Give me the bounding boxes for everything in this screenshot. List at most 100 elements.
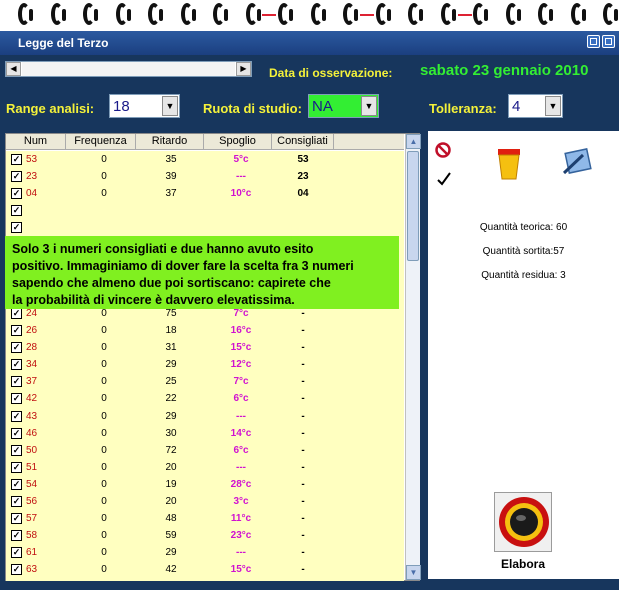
scroll-left-icon[interactable]: ◀ xyxy=(6,62,21,76)
cell-num: 46 xyxy=(26,427,38,439)
cell-frequenza: 0 xyxy=(101,496,107,507)
spiral-ring-icon xyxy=(505,3,521,25)
horizontal-scrollbar[interactable]: ◀ ▶ xyxy=(5,61,252,77)
checkbox-checked-icon[interactable]: ✓ xyxy=(11,188,22,200)
table-row[interactable]: ✓ 28 0 31 15°c - xyxy=(6,339,404,356)
checkbox-checked-icon[interactable]: ✓ xyxy=(11,325,22,336)
cell-ritardo: 22 xyxy=(165,393,177,405)
cell-num: 56 xyxy=(26,496,38,507)
table-row[interactable]: ✓ 23 0 39 --- 23 xyxy=(6,168,404,185)
cell-consigliati: - xyxy=(301,427,305,439)
checkbox-checked-icon[interactable]: ✓ xyxy=(11,478,22,490)
table-row[interactable]: ✓ xyxy=(6,219,404,236)
cell-spoglio: 28°c xyxy=(230,478,252,490)
checkbox-checked-icon[interactable]: ✓ xyxy=(11,547,22,559)
table-row[interactable]: ✓ 43 0 29 --- - xyxy=(6,408,404,425)
table-row[interactable]: ✓ 26 0 18 16°c - xyxy=(6,322,404,339)
cell-consigliati: - xyxy=(301,359,305,371)
checkbox-checked-icon[interactable]: ✓ xyxy=(11,222,22,234)
spiral-ring-icon xyxy=(310,3,326,25)
close-window-button[interactable] xyxy=(602,35,615,48)
close-window-icon xyxy=(605,38,612,45)
table-row[interactable]: ✓ 57 0 48 11°c - xyxy=(6,510,404,527)
annotation-note: Solo 3 i numeri consigliati e due hanno … xyxy=(5,236,399,309)
range-select[interactable]: 18 ▼ xyxy=(109,94,180,118)
checkbox-checked-icon[interactable]: ✓ xyxy=(11,496,22,507)
scroll-track[interactable] xyxy=(22,62,235,76)
dropdown-arrow-icon[interactable]: ▼ xyxy=(361,96,377,116)
elabora-button[interactable] xyxy=(494,492,552,552)
checkbox-checked-icon[interactable]: ✓ xyxy=(11,307,22,319)
cell-frequenza: 0 xyxy=(101,376,107,388)
tolleranza-value: 4 xyxy=(512,98,521,115)
cell-num: 50 xyxy=(26,444,38,456)
table-row[interactable]: ✓ 34 0 29 12°c - xyxy=(6,356,404,373)
checkbox-checked-icon[interactable]: ✓ xyxy=(11,427,22,439)
cell-ritardo: 29 xyxy=(165,547,177,559)
checkbox-checked-icon[interactable]: ✓ xyxy=(11,461,22,473)
spiral-ring-icon xyxy=(213,3,228,25)
table-row[interactable]: ✓ 42 0 22 6°c - xyxy=(6,390,404,407)
table-row[interactable]: ✓ 63 0 42 15°c - xyxy=(6,561,404,578)
scroll-down-icon[interactable]: ▼ xyxy=(406,565,421,580)
checkbox-checked-icon[interactable]: ✓ xyxy=(11,410,22,422)
cell-frequenza: 0 xyxy=(101,325,107,336)
pen-edit-icon[interactable] xyxy=(561,147,593,177)
cell-spoglio: 3°c xyxy=(233,496,249,507)
cell-frequenza: 0 xyxy=(101,478,107,490)
checkbox-checked-icon[interactable]: ✓ xyxy=(11,205,22,217)
tolleranza-label: Tolleranza: xyxy=(429,101,497,116)
vertical-scrollbar[interactable]: ▲ ▼ xyxy=(405,134,421,580)
bucket-icon[interactable] xyxy=(496,147,522,181)
cell-spoglio: 15°c xyxy=(230,564,252,576)
header-consigliati[interactable]: Consigliati xyxy=(272,134,334,150)
cell-consigliati: 53 xyxy=(297,154,309,165)
checkbox-checked-icon[interactable]: ✓ xyxy=(11,564,22,576)
restore-window-button[interactable] xyxy=(587,35,600,48)
spiral-mark xyxy=(262,14,276,16)
cell-num: 37 xyxy=(26,376,38,388)
table-row[interactable]: ✓ 53 0 35 5°c 53 xyxy=(6,151,404,168)
scroll-thumb[interactable] xyxy=(407,151,419,261)
checkbox-checked-icon[interactable]: ✓ xyxy=(11,171,22,183)
numbers-table: Num Frequenza Ritardo Spoglio Consigliat… xyxy=(5,133,421,581)
table-row[interactable]: ✓ 54 0 19 28°c - xyxy=(6,476,404,493)
table-row[interactable]: ✓ 04 0 37 10°c 04 xyxy=(6,185,404,202)
checkbox-checked-icon[interactable]: ✓ xyxy=(11,154,22,165)
checkbox-checked-icon[interactable]: ✓ xyxy=(11,359,22,371)
ruota-select[interactable]: NA ▼ xyxy=(308,94,379,118)
table-row[interactable]: ✓ 51 0 20 --- - xyxy=(6,459,404,476)
header-frequenza[interactable]: Frequenza xyxy=(66,134,136,150)
table-row[interactable]: ✓ 37 0 25 7°c - xyxy=(6,373,404,390)
table-row[interactable]: ✓ 56 0 20 3°c - xyxy=(6,493,404,510)
header-ritardo[interactable]: Ritardo xyxy=(136,134,204,150)
checkbox-checked-icon[interactable]: ✓ xyxy=(11,393,22,405)
cell-spoglio: 10°c xyxy=(230,188,252,200)
checkbox-checked-icon[interactable]: ✓ xyxy=(11,513,22,525)
no-entry-icon[interactable] xyxy=(435,142,451,158)
checkbox-checked-icon[interactable]: ✓ xyxy=(11,376,22,388)
table-row[interactable]: ✓ 61 0 29 --- - xyxy=(6,544,404,561)
dropdown-arrow-icon[interactable]: ▼ xyxy=(162,96,178,116)
header-spoglio[interactable]: Spoglio xyxy=(204,134,272,150)
table-row[interactable]: ✓ 50 0 72 6°c - xyxy=(6,442,404,459)
table-row[interactable]: ✓ 46 0 30 14°c - xyxy=(6,425,404,442)
checkmark-icon[interactable] xyxy=(436,171,452,187)
cell-frequenza: 0 xyxy=(101,564,107,576)
cell-frequenza: 0 xyxy=(101,410,107,422)
scroll-right-icon[interactable]: ▶ xyxy=(236,62,251,76)
cell-consigliati xyxy=(289,221,317,235)
table-row[interactable]: ✓ 58 0 59 23°c - xyxy=(6,527,404,544)
checkbox-checked-icon[interactable]: ✓ xyxy=(11,444,22,456)
cell-ritardo: 31 xyxy=(165,342,177,354)
dropdown-arrow-icon[interactable]: ▼ xyxy=(545,96,561,116)
tolleranza-select[interactable]: 4 ▼ xyxy=(508,94,563,118)
cell-consigliati: - xyxy=(301,444,305,456)
checkbox-checked-icon[interactable]: ✓ xyxy=(11,342,22,354)
table-row[interactable]: ✓ xyxy=(6,202,404,219)
cell-num: 61 xyxy=(26,547,38,559)
checkbox-checked-icon[interactable]: ✓ xyxy=(11,530,22,542)
stat-residua: Quantità residua: 3 xyxy=(481,270,566,281)
scroll-up-icon[interactable]: ▲ xyxy=(406,134,421,149)
header-num[interactable]: Num xyxy=(6,134,66,150)
